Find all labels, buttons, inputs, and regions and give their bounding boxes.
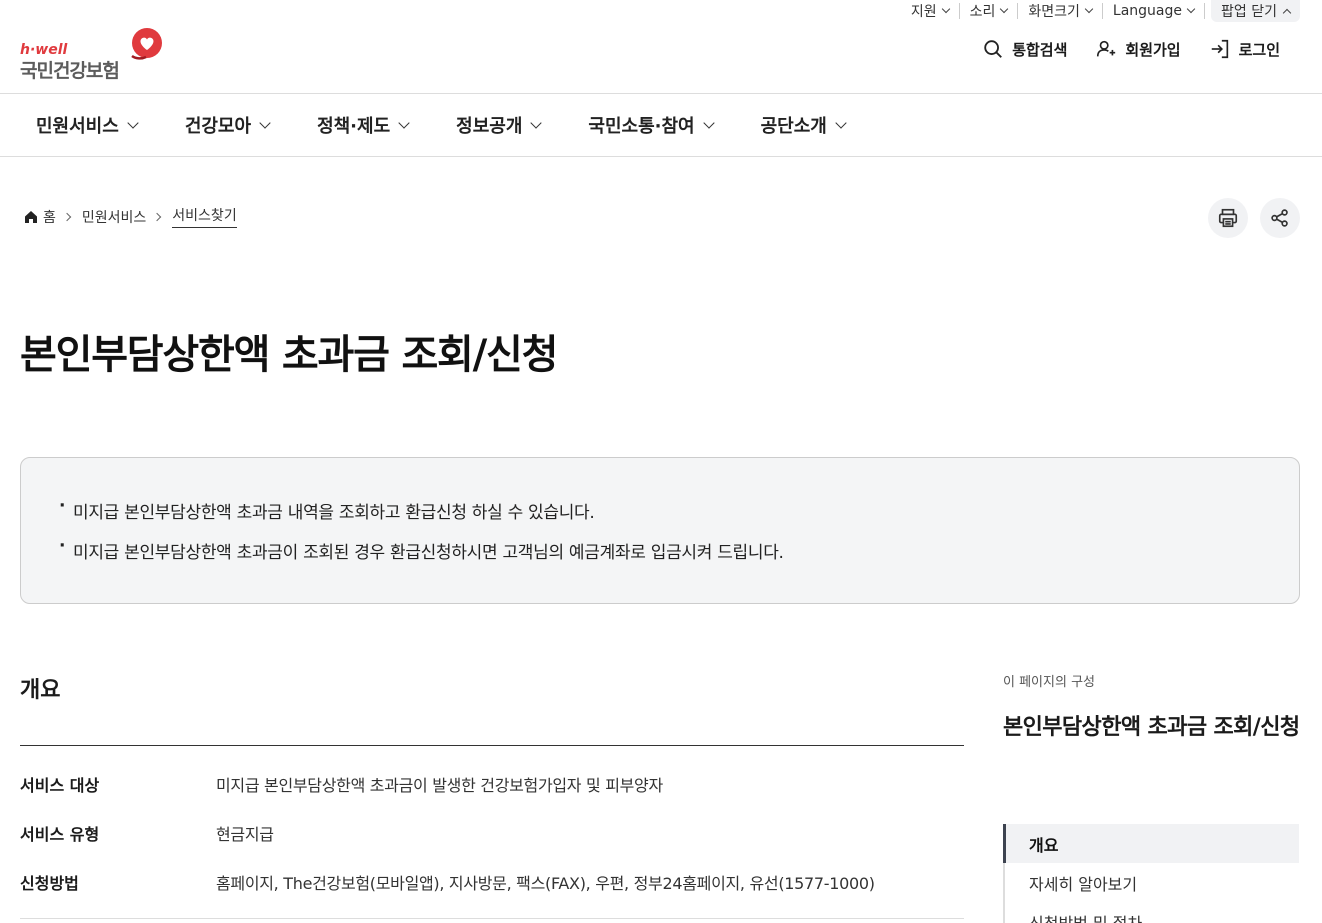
search-icon [984, 40, 1003, 58]
gnb-communication[interactable]: 국민소통·참여 [588, 112, 715, 138]
chevron-down-icon [259, 117, 271, 129]
page-tools [1208, 198, 1300, 238]
site-logo[interactable]: h·well 국민건강보험 [20, 28, 165, 82]
overview-row: 서비스 대상 미지급 본인부담상한액 초과금이 발생한 건강보험가입자 및 피부… [20, 759, 964, 808]
overview-value: 홈페이지, The건강보험(모바일앱), 지사방문, 팩스(FAX), 우편, … [216, 873, 875, 893]
breadcrumb-civil-service[interactable]: 민원서비스 [82, 207, 146, 227]
chevron-up-icon [1282, 8, 1292, 17]
print-button[interactable] [1208, 198, 1248, 238]
global-nav: 민원서비스 건강모아 정책·제도 정보공개 국민소통·참여 공단소개 [0, 93, 1322, 157]
intro-box: 미지급 본인부담상한액 초과금 내역을 조회하고 환급신청 하실 수 있습니다.… [20, 457, 1300, 604]
chevron-right-icon [153, 212, 162, 221]
intro-list: 미지급 본인부담상한액 초과금 내역을 조회하고 환급신청 하실 수 있습니다.… [59, 496, 1299, 563]
signup-button[interactable]: 회원가입 [1095, 38, 1181, 60]
chevron-down-icon [127, 117, 139, 129]
overview-table: 서비스 대상 미지급 본인부담상한액 초과금이 발생한 건강보험가입자 및 피부… [20, 745, 964, 906]
share-button[interactable] [1260, 198, 1300, 238]
overview-row: 서비스 유형 현금지급 [20, 808, 964, 857]
util-language[interactable]: Language [1103, 3, 1206, 19]
util-support[interactable]: 지원 [901, 3, 960, 20]
chevron-down-icon [941, 4, 950, 14]
popup-close-button[interactable]: 팝업 닫기 [1211, 0, 1300, 22]
chevron-down-icon [398, 117, 410, 129]
toc-title: 본인부담상한액 초과금 조회/신청 [1003, 715, 1300, 740]
breadcrumb-home[interactable]: 홈 [43, 207, 56, 227]
breadcrumb: 홈 민원서비스 서비스찾기 [24, 205, 237, 228]
util-screen-size[interactable]: 화면크기 [1018, 3, 1103, 20]
overview-key: 신청방법 [20, 873, 79, 893]
gnb-info-disclosure[interactable]: 정보공개 [456, 112, 543, 138]
overview-heading: 개요 [20, 678, 61, 703]
chevron-down-icon [530, 117, 543, 129]
chevron-down-icon [1084, 4, 1094, 14]
chevron-down-icon [1000, 4, 1009, 14]
page-title: 본인부담상한액 초과금 조회/신청 [20, 332, 558, 378]
chevron-right-icon [62, 212, 72, 221]
intro-item: 미지급 본인부담상한액 초과금 내역을 조회하고 환급신청 하실 수 있습니다. [59, 496, 1299, 523]
toc-item-overview[interactable]: 개요 [1003, 824, 1299, 863]
toc-item-procedure[interactable]: 신청방법 및 절차 [1005, 902, 1299, 923]
breadcrumb-current[interactable]: 서비스찾기 [172, 205, 237, 228]
header-actions: 통합검색 회원가입 로그인 [982, 38, 1280, 60]
chevron-down-icon [1186, 4, 1196, 14]
overview-key: 서비스 유형 [20, 824, 100, 844]
toc-caption: 이 페이지의 구성 [1003, 675, 1095, 690]
print-icon [1218, 208, 1238, 228]
user-plus-icon [1097, 40, 1116, 57]
login-icon [1211, 39, 1228, 59]
toc-list: 개요 자세히 알아보기 신청방법 및 절차 [1003, 824, 1299, 923]
overview-value: 미지급 본인부담상한액 초과금이 발생한 건강보험가입자 및 피부양자 [216, 775, 663, 795]
intro-item: 미지급 본인부담상한액 초과금이 조회된 경우 환급신청하시면 고객님의 예금계… [59, 536, 1299, 563]
overview-divider [20, 918, 964, 919]
utility-bar: 지원 소리 화면크기 Language 팝업 닫기 [901, 0, 1300, 22]
util-sound[interactable]: 소리 [960, 3, 1019, 20]
overview-row: 신청방법 홈페이지, The건강보험(모바일앱), 지사방문, 팩스(FAX),… [20, 857, 964, 906]
chevron-down-icon [835, 117, 847, 129]
chevron-down-icon [702, 117, 715, 129]
logo-name: 국민건강보험 [20, 60, 120, 82]
overview-key: 서비스 대상 [20, 775, 100, 795]
login-button[interactable]: 로그인 [1209, 38, 1280, 60]
overview-value: 현금지급 [216, 824, 274, 844]
gnb-civil-service[interactable]: 민원서비스 [36, 112, 139, 138]
gnb-health-moa[interactable]: 건강모아 [185, 112, 271, 138]
heart-logo-icon [131, 28, 162, 60]
search-button[interactable]: 통합검색 [982, 38, 1067, 60]
share-icon [1271, 209, 1288, 227]
gnb-policy[interactable]: 정책·제도 [317, 112, 410, 138]
home-icon [25, 210, 37, 223]
gnb-about[interactable]: 공단소개 [761, 112, 847, 138]
toc-item-details[interactable]: 자세히 알아보기 [1005, 863, 1299, 902]
